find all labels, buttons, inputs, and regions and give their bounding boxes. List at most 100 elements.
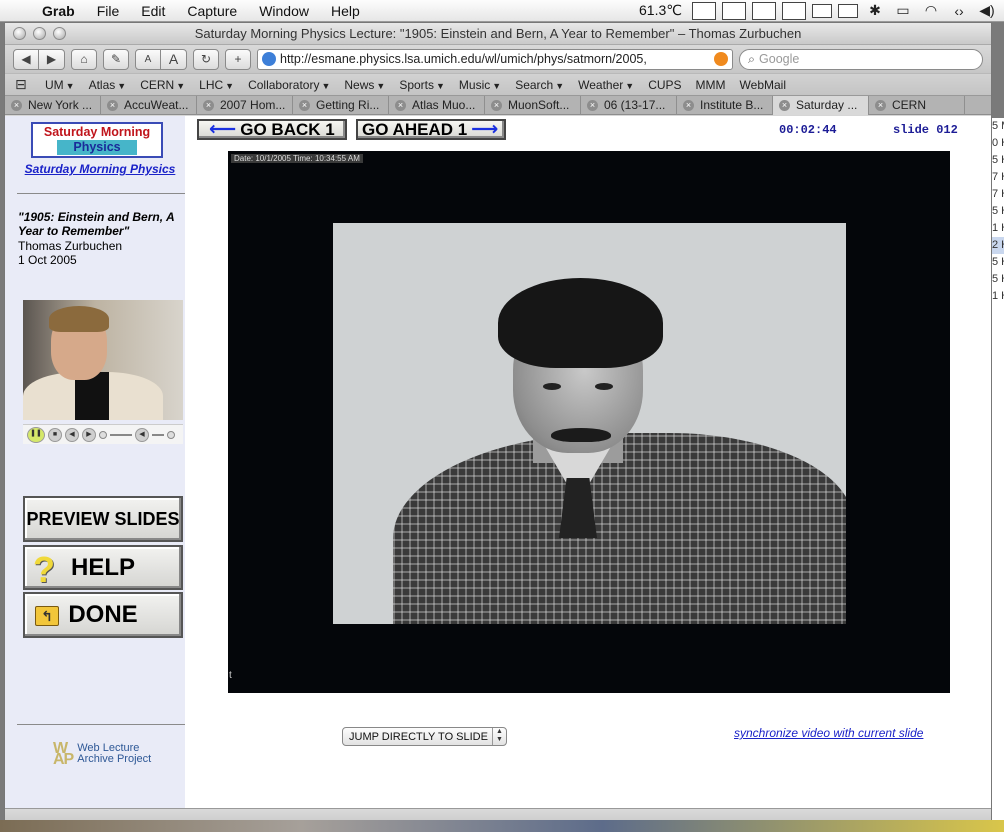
close-icon[interactable]: × (299, 99, 310, 111)
slide-timestamp: Date: 10/1/2005 Time: 10:34:55 AM (231, 154, 363, 163)
bookmarks-book-icon[interactable]: ⊟ (15, 76, 45, 93)
menu-file[interactable]: File (97, 3, 132, 19)
spaces-icon-4[interactable] (782, 1, 806, 20)
home-button[interactable]: ⌂ (71, 48, 97, 70)
fast-forward-icon[interactable]: ▶ (82, 427, 96, 442)
window-titlebar[interactable]: Saturday Morning Physics Lecture: "1905:… (5, 23, 991, 45)
logo-line-1: Saturday Morning (43, 125, 151, 139)
tab-atlas-muo[interactable]: × Atlas Muo... (389, 95, 485, 115)
go-ahead-label: GO AHEAD 1 (362, 119, 468, 139)
bookmark-um[interactable]: UM ▼ (45, 78, 75, 92)
history-buttons: ◀ ▶ (13, 48, 65, 70)
done-button[interactable]: ↰ DONE (23, 592, 183, 638)
bookmark-cern[interactable]: CERN ▼ (140, 78, 185, 92)
bookmark-sports[interactable]: Sports ▼ (399, 78, 445, 92)
close-icon[interactable]: × (203, 99, 214, 111)
battery-icon[interactable] (838, 3, 858, 18)
spaces-icon-3[interactable] (752, 1, 776, 20)
bookmark-weather[interactable]: Weather ▼ (578, 78, 634, 92)
tab-2007-home[interactable]: × 2007 Hom... (197, 95, 293, 115)
chevron-down-icon: ▼ (492, 80, 502, 91)
bg-line: 1 H (992, 222, 1004, 234)
menu-edit[interactable]: Edit (141, 3, 177, 19)
menu-help[interactable]: Help (331, 3, 372, 19)
close-icon[interactable]: × (491, 99, 502, 111)
go-back-button[interactable]: ⟵ GO BACK 1 (197, 119, 347, 140)
bookmark-cups[interactable]: CUPS (648, 78, 681, 92)
jump-to-slide-select[interactable]: JUMP DIRECTLY TO SLIDE ▲ ▼ (342, 727, 507, 746)
close-icon[interactable]: × (107, 99, 118, 111)
forward-button[interactable]: ▶ (39, 48, 65, 70)
smp-logo[interactable]: Saturday Morning Physics (31, 122, 163, 158)
reload-button[interactable]: ↻ (193, 48, 219, 70)
bookmark-webmail[interactable]: WebMail (740, 78, 786, 92)
tab-institute-b[interactable]: × Institute B... (677, 95, 773, 115)
code-icon[interactable]: ‹› (948, 3, 970, 19)
close-icon[interactable]: × (683, 99, 694, 111)
stop-icon[interactable]: ■ (48, 427, 62, 442)
bookmark-lhc[interactable]: LHC ▼ (199, 78, 234, 92)
chevron-down-icon: ▼ (65, 80, 75, 91)
display-icon[interactable] (812, 3, 832, 18)
help-button[interactable]: ? HELP (23, 545, 183, 590)
chevron-down-icon: ▼ (555, 80, 565, 91)
preview-slides-button[interactable]: PREVIEW SLIDES (23, 496, 183, 542)
wlap-logo[interactable]: W AP Web Lecture Archive Project (53, 741, 151, 768)
volume-slider-track[interactable] (152, 433, 164, 436)
seek-slider-knob[interactable] (99, 430, 107, 439)
font-smaller-button[interactable]: A (135, 48, 161, 70)
close-icon[interactable]: × (11, 99, 22, 111)
lecture-video[interactable] (23, 300, 183, 420)
bg-line: 0 H (992, 137, 1004, 149)
tab-06[interactable]: × 06 (13-17... (581, 95, 677, 115)
rss-icon[interactable] (714, 52, 728, 66)
smp-home-link[interactable]: Saturday Morning Physics (5, 162, 195, 176)
close-icon[interactable]: × (395, 99, 406, 111)
close-icon[interactable]: × (587, 99, 598, 111)
menu-window[interactable]: Window (259, 3, 321, 19)
tab-accuweather[interactable]: × AccuWeat... (101, 95, 197, 115)
spaces-icon[interactable] (692, 1, 716, 20)
pause-icon[interactable]: ❚❚ (27, 426, 45, 443)
bookmark-search[interactable]: Search ▼ (515, 78, 564, 92)
screen-icon[interactable]: ▭ (892, 2, 914, 19)
browser-toolbar: ◀ ▶ ⌂ ✎ A A ↻ + http://esmane.physics.ls… (5, 45, 991, 73)
tab-saturday[interactable]: × Saturday ... (773, 95, 869, 115)
tab-cern[interactable]: × CERN (869, 95, 965, 115)
back-button[interactable]: ◀ (13, 48, 39, 70)
close-icon[interactable]: × (875, 99, 886, 111)
arrow-left-icon: ⟵ (209, 119, 237, 140)
tab-new-york[interactable]: × New York ... (5, 95, 101, 115)
temperature-readout[interactable]: 61.3℃ (639, 2, 682, 19)
volume-icon[interactable]: ◀ (135, 427, 149, 442)
bookmark-music[interactable]: Music ▼ (459, 78, 501, 92)
jump-select-label: JUMP DIRECTLY TO SLIDE (349, 730, 488, 743)
menu-app-grab[interactable]: Grab (42, 3, 87, 19)
volume-slider-knob[interactable] (167, 430, 175, 439)
menu-capture[interactable]: Capture (187, 3, 249, 19)
lecture-timer: 00:02:44 (779, 123, 837, 137)
bookmark-atlas[interactable]: Atlas ▼ (89, 78, 127, 92)
bookmark-collaboratory[interactable]: Collaboratory ▼ (248, 78, 330, 92)
sync-video-link[interactable]: synchronize video with current slide (734, 726, 923, 740)
bluetooth-icon[interactable]: ✱ (864, 2, 886, 19)
background-window[interactable]: 5 M 0 H 5 H 7 H 7 H 5 H 1 H 2 H 5 H 5 H … (992, 118, 1004, 832)
close-icon[interactable]: × (779, 99, 790, 111)
portrait-eye-right (595, 383, 613, 390)
search-field[interactable]: ⌕ Google (739, 48, 983, 70)
tab-getting-ri[interactable]: × Getting Ri... (293, 95, 389, 115)
seek-slider-track[interactable] (110, 433, 132, 436)
bg-line: 5 H (992, 154, 1004, 166)
bookmark-news[interactable]: News ▼ (344, 78, 385, 92)
address-bar[interactable]: http://esmane.physics.lsa.umich.edu/wl/u… (257, 48, 733, 70)
tab-muonsoft[interactable]: × MuonSoft... (485, 95, 581, 115)
spaces-icon-2[interactable] (722, 1, 746, 20)
volume-icon[interactable]: ◀) (976, 2, 998, 19)
wifi-icon[interactable]: ◠ (920, 2, 942, 19)
rewind-icon[interactable]: ◀ (65, 427, 79, 442)
font-larger-button[interactable]: A (161, 48, 187, 70)
go-ahead-button[interactable]: GO AHEAD 1 ⟶ (356, 119, 506, 140)
edit-page-button[interactable]: ✎ (103, 48, 129, 70)
bookmark-mmm[interactable]: MMM (696, 78, 726, 92)
add-bookmark-button[interactable]: + (225, 48, 251, 70)
